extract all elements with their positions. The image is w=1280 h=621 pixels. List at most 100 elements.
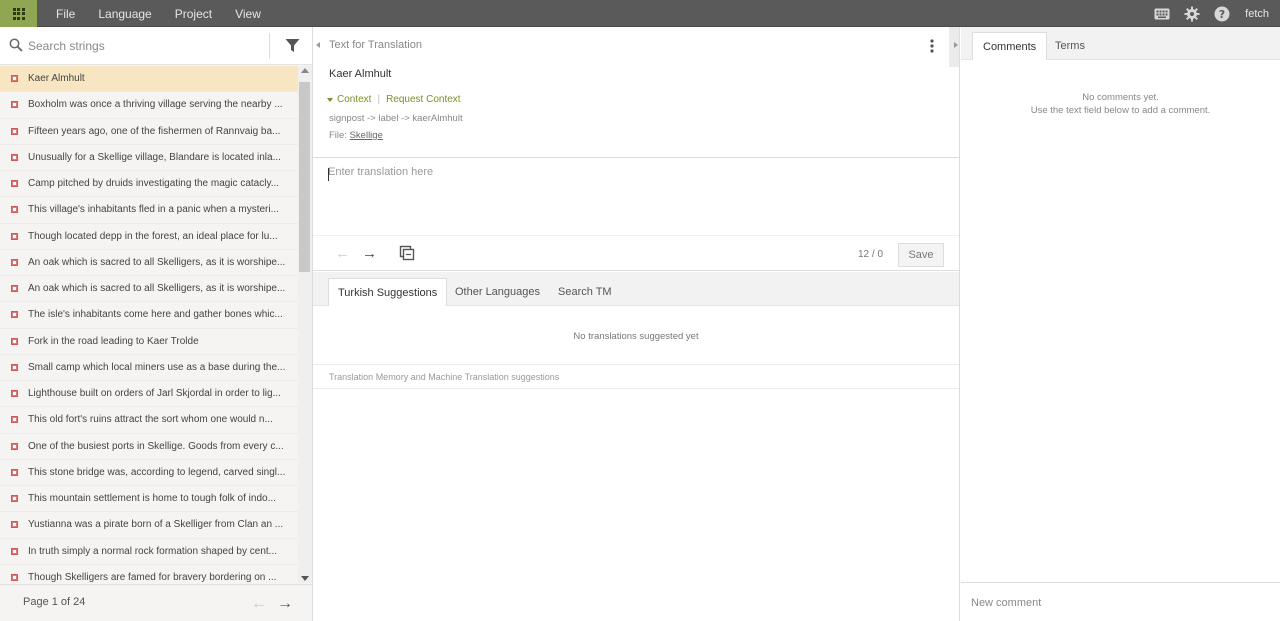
menu-file[interactable]: File: [56, 7, 75, 21]
list-item[interactable]: In truth simply a normal rock formation …: [0, 539, 298, 565]
untranslated-status-icon: [11, 468, 18, 476]
untranslated-status-icon: [11, 416, 18, 424]
collapse-right-icon[interactable]: [954, 42, 958, 48]
search-bar: [0, 27, 312, 65]
untranslated-status-icon: [11, 101, 18, 109]
scroll-down-icon[interactable]: [301, 576, 309, 581]
tab-terms[interactable]: Terms: [1045, 32, 1095, 60]
menu-language[interactable]: Language: [98, 7, 151, 21]
list-item[interactable]: Lighthouse built on orders of Jarl Skjor…: [0, 381, 298, 408]
string-text: Yustianna was a pirate born of a Skellig…: [28, 519, 284, 531]
list-item[interactable]: Though Skelligers are famed for bravery …: [0, 565, 298, 584]
string-text: This mountain settlement is home to toug…: [28, 493, 276, 505]
untranslated-status-icon: [11, 75, 18, 83]
string-text: Fork in the road leading to Kaer Trolde: [28, 335, 199, 347]
list-item[interactable]: This old fort's ruins attract the sort w…: [0, 407, 298, 434]
untranslated-status-icon: [11, 442, 18, 450]
user-name[interactable]: fetch: [1237, 8, 1280, 20]
list-item[interactable]: Fork in the road leading to Kaer Trolde: [0, 329, 298, 355]
no-comments-message: No comments yet. Use the text field belo…: [961, 91, 1280, 117]
more-vertical-icon[interactable]: [930, 39, 934, 56]
new-comment-input[interactable]: [971, 593, 1261, 613]
untranslated-status-icon: [11, 363, 18, 371]
top-bar: File Language Project View ? fetch: [0, 0, 1280, 27]
no-comments-line1: No comments yet.: [1082, 92, 1159, 103]
string-text: Fifteen years ago, one of the fishermen …: [28, 125, 281, 137]
strings-scrollbar[interactable]: [298, 66, 312, 583]
untranslated-status-icon: [11, 285, 18, 293]
untranslated-status-icon: [11, 206, 18, 214]
list-item[interactable]: This stone bridge was, according to lege…: [0, 460, 298, 486]
string-text: Small camp which local miners use as a b…: [28, 361, 286, 373]
tm-suggestions-note: Translation Memory and Machine Translati…: [313, 364, 959, 389]
string-text: Camp pitched by druids investigating the…: [28, 178, 280, 190]
untranslated-status-icon: [11, 521, 18, 529]
scroll-thumb[interactable]: [299, 82, 310, 272]
context-toggle[interactable]: Context: [337, 94, 371, 105]
source-header: Text for Translation: [329, 39, 422, 51]
list-item[interactable]: An oak which is sacred to all Skelligers…: [0, 276, 298, 303]
translation-editor: [313, 157, 959, 235]
main-menu: File Language Project View: [56, 0, 284, 27]
collapse-left-icon[interactable]: [316, 42, 320, 48]
tab-comments[interactable]: Comments: [972, 32, 1048, 60]
tab-other-languages[interactable]: Other Languages: [446, 278, 549, 306]
copy-source-icon[interactable]: [399, 245, 415, 264]
strings-panel: Kaer Almhult Boxholm was once a thriving…: [0, 27, 313, 621]
strings-list: Kaer Almhult Boxholm was once a thriving…: [0, 66, 298, 584]
caret-down-icon[interactable]: [327, 97, 333, 102]
save-button[interactable]: Save: [898, 243, 944, 267]
untranslated-status-icon: [11, 573, 18, 581]
string-key-path: signpost -> label -> kaerAlmhult: [329, 113, 463, 124]
list-item[interactable]: Fifteen years ago, one of the fishermen …: [0, 119, 298, 145]
file-label: File:: [329, 130, 347, 141]
file-link[interactable]: Skellige: [350, 130, 383, 141]
untranslated-status-icon: [11, 337, 18, 345]
list-item[interactable]: The isle's inhabitants come here and gat…: [0, 302, 298, 329]
menu-view[interactable]: View: [235, 7, 261, 21]
gear-icon[interactable]: [1177, 0, 1207, 27]
list-item[interactable]: Kaer Almhult: [0, 66, 298, 93]
string-text: Though located depp in the forest, an id…: [28, 230, 278, 242]
no-comments-line2: Use the text field below to add a commen…: [1030, 105, 1211, 116]
prev-page-icon[interactable]: ←: [251, 595, 267, 613]
list-item[interactable]: Boxholm was once a thriving village serv…: [0, 92, 298, 119]
apps-menu-button[interactable]: [0, 0, 37, 27]
menu-project[interactable]: Project: [175, 7, 212, 21]
search-input[interactable]: [28, 36, 263, 56]
list-item[interactable]: Camp pitched by druids investigating the…: [0, 171, 298, 198]
comments-panel: Comments Terms No comments yet. Use the …: [954, 27, 1280, 621]
list-item[interactable]: Small camp which local miners use as a b…: [0, 355, 298, 381]
list-item[interactable]: One of the busiest ports in Skellige. Go…: [0, 434, 298, 460]
next-string-icon[interactable]: →: [362, 245, 377, 262]
list-item[interactable]: Unusually for a Skellige village, Blanda…: [0, 145, 298, 171]
next-page-icon[interactable]: →: [277, 595, 293, 613]
list-item[interactable]: An oak which is sacred to all Skelligers…: [0, 250, 298, 276]
list-item[interactable]: This mountain settlement is home to toug…: [0, 486, 298, 513]
prev-string-icon[interactable]: ←: [335, 245, 350, 262]
request-context-link[interactable]: Request Context: [386, 94, 461, 105]
string-text: Boxholm was once a thriving village serv…: [28, 99, 283, 111]
svg-text:?: ?: [1219, 8, 1225, 21]
string-text: An oak which is sacred to all Skelligers…: [28, 283, 286, 295]
untranslated-status-icon: [11, 547, 18, 555]
string-text: One of the busiest ports in Skellige. Go…: [28, 440, 284, 452]
top-right-tools: ? fetch: [1147, 0, 1280, 27]
list-item[interactable]: Yustianna was a pirate born of a Skellig…: [0, 512, 298, 539]
search-icon: [9, 38, 23, 55]
char-count: 12 / 0: [858, 249, 884, 260]
comments-tabs: Comments Terms: [961, 27, 1280, 60]
separator: |: [377, 94, 381, 105]
help-icon[interactable]: ?: [1207, 0, 1237, 27]
list-item[interactable]: Though located depp in the forest, an id…: [0, 224, 298, 250]
page-indicator: Page 1 of 24: [23, 596, 86, 608]
string-text: Though Skelligers are famed for bravery …: [28, 571, 277, 583]
filter-icon[interactable]: [285, 38, 300, 56]
tab-search-tm[interactable]: Search TM: [549, 278, 621, 306]
list-item[interactable]: This village's inhabitants fled in a pan…: [0, 197, 298, 224]
untranslated-status-icon: [11, 495, 18, 503]
tab-turkish-suggestions[interactable]: Turkish Suggestions: [328, 278, 448, 306]
translation-input[interactable]: [328, 166, 938, 226]
scroll-up-icon[interactable]: [301, 68, 309, 73]
keyboard-icon[interactable]: [1147, 0, 1177, 27]
